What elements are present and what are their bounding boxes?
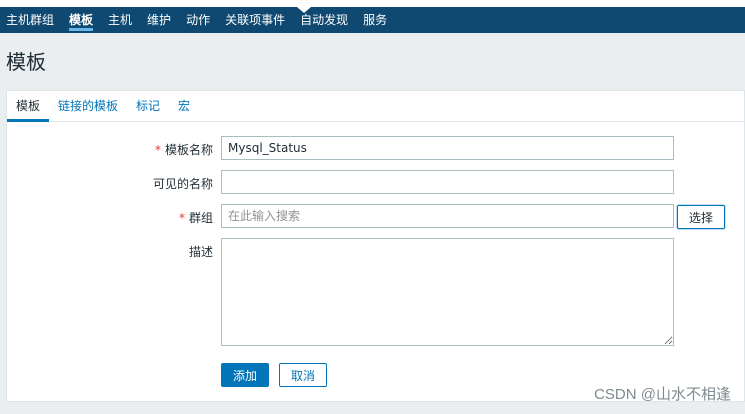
groups-search-input[interactable] <box>221 204 674 228</box>
visible-name-input[interactable] <box>221 170 674 194</box>
add-button[interactable]: 添加 <box>221 363 269 387</box>
required-marker: * <box>178 211 185 225</box>
top-navigation-bar: 主机群组 模板 主机 维护 动作 关联项事件 自动发现 服务 <box>0 0 745 33</box>
cancel-button[interactable]: 取消 <box>279 363 327 387</box>
description-textarea[interactable] <box>221 238 674 346</box>
nav-item-hosts[interactable]: 主机 <box>102 7 141 33</box>
visible-name-label: 可见的名称 <box>152 177 213 191</box>
tab-linked-templates[interactable]: 链接的模板 <box>49 92 127 121</box>
watermark: CSDN @山水不相逢 <box>594 386 731 403</box>
required-marker: * <box>154 143 161 157</box>
nav-item-services[interactable]: 服务 <box>357 7 396 33</box>
tab-tags[interactable]: 标记 <box>127 92 169 121</box>
nav-item-host-groups[interactable]: 主机群组 <box>0 7 63 33</box>
description-label: 描述 <box>188 245 213 259</box>
nav-item-maintenance[interactable]: 维护 <box>141 7 180 33</box>
form-tabs: 模板 链接的模板 标记 宏 <box>7 91 744 122</box>
template-name-label: * 模板名称 <box>154 143 213 157</box>
groups-label: * 群组 <box>178 211 213 225</box>
top-strip <box>0 0 745 7</box>
nav-item-templates[interactable]: 模板 <box>63 7 102 33</box>
template-form-card: 模板 链接的模板 标记 宏 *模板名称 可见的名称 *群组 选择 描述 添加 取… <box>6 90 745 402</box>
tab-template[interactable]: 模板 <box>7 92 50 122</box>
tab-macros[interactable]: 宏 <box>169 92 199 121</box>
template-name-input[interactable] <box>221 136 674 160</box>
main-menu: 主机群组 模板 主机 维护 动作 关联项事件 自动发现 服务 <box>0 7 396 33</box>
menu-pointer-icon <box>297 7 311 13</box>
page-title: 模板 <box>6 50 46 74</box>
nav-item-event-correlation[interactable]: 关联项事件 <box>219 7 294 33</box>
select-groups-button[interactable]: 选择 <box>677 205 725 229</box>
nav-item-actions[interactable]: 动作 <box>180 7 219 33</box>
